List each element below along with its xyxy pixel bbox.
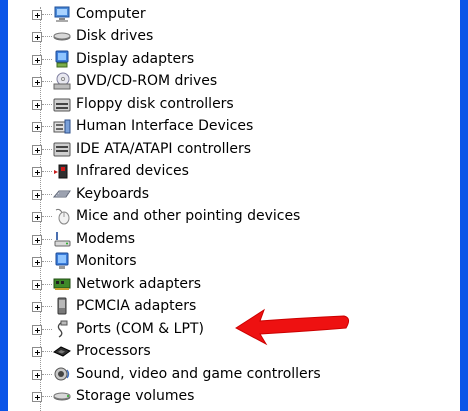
window-frame-right [460, 0, 468, 411]
tree-item-sound-video-game-controllers[interactable]: Sound, video and game controllers [32, 363, 452, 385]
device-tree: Computer Disk drives Display adapters DV… [0, 0, 460, 411]
disk-drive-icon [53, 27, 71, 45]
tree-item-label: Sound, video and game controllers [76, 366, 321, 382]
expand-toggle[interactable] [32, 55, 42, 65]
keyboard-icon [52, 185, 71, 203]
expand-toggle[interactable] [32, 347, 42, 357]
tree-item-label: Keyboards [76, 186, 150, 202]
computer-icon [53, 5, 71, 23]
tree-item-infrared-devices[interactable]: Infrared devices [32, 160, 452, 182]
tree-item-ide-ata-atapi-controllers[interactable]: IDE ATA/ATAPI controllers [32, 138, 452, 160]
port-icon [53, 320, 71, 338]
tree-item-label: Network adapters [76, 276, 201, 292]
tree-item-label: Processors [76, 343, 151, 359]
infrared-icon [53, 162, 71, 180]
tree-item-label: Storage volumes [76, 388, 195, 404]
tree-item-monitors[interactable]: Monitors [32, 250, 452, 272]
expand-toggle[interactable] [32, 370, 42, 380]
tree-item-label: Disk drives [76, 28, 154, 44]
annotation-arrow [235, 308, 350, 346]
processor-icon [52, 342, 72, 360]
expand-toggle[interactable] [32, 280, 42, 290]
expand-toggle[interactable] [32, 100, 42, 110]
tree-item-label: Infrared devices [76, 163, 189, 179]
tree-item-modems[interactable]: Modems [32, 228, 452, 250]
tree-item-label: Ports (COM & LPT) [76, 321, 204, 337]
expand-toggle[interactable] [32, 190, 42, 200]
display-adapter-icon [53, 50, 71, 68]
monitor-icon [53, 252, 71, 270]
mouse-icon [53, 207, 71, 225]
network-adapter-icon [53, 275, 71, 293]
tree-item-label: Modems [76, 231, 136, 247]
expand-toggle[interactable] [32, 302, 42, 312]
tree-item-dvd-cd-rom-drives[interactable]: DVD/CD-ROM drives [32, 70, 452, 92]
ide-controller-icon [53, 140, 71, 158]
tree-item-disk-drives[interactable]: Disk drives [32, 25, 452, 47]
tree-item-computer[interactable]: Computer [32, 3, 452, 25]
tree-item-display-adapters[interactable]: Display adapters [32, 48, 452, 70]
tree-item-label: Mice and other pointing devices [76, 208, 301, 224]
storage-volume-icon [53, 387, 71, 405]
dvd-drive-icon [53, 72, 71, 90]
tree-item-network-adapters[interactable]: Network adapters [32, 273, 452, 295]
tree-item-label: Monitors [76, 253, 137, 269]
tree-item-label: DVD/CD-ROM drives [76, 73, 218, 89]
expand-toggle[interactable] [32, 32, 42, 42]
hid-icon [53, 117, 71, 135]
sound-icon [53, 365, 71, 383]
expand-toggle[interactable] [32, 325, 42, 335]
modem-icon [53, 230, 71, 248]
tree-item-storage-volumes[interactable]: Storage volumes [32, 385, 452, 407]
tree-item-label: Display adapters [76, 51, 195, 67]
tree-item-label: PCMCIA adapters [76, 298, 197, 314]
expand-toggle[interactable] [32, 10, 42, 20]
expand-toggle[interactable] [32, 167, 42, 177]
tree-item-label: Human Interface Devices [76, 118, 254, 134]
tree-item-human-interface-devices[interactable]: Human Interface Devices [32, 115, 452, 137]
expand-toggle[interactable] [32, 77, 42, 87]
expand-toggle[interactable] [32, 392, 42, 402]
tree-item-keyboards[interactable]: Keyboards [32, 183, 452, 205]
tree-item-label: Floppy disk controllers [76, 96, 234, 112]
expand-toggle[interactable] [32, 235, 42, 245]
tree-item-label: Computer [76, 6, 146, 22]
tree-item-floppy-disk-controllers[interactable]: Floppy disk controllers [32, 93, 452, 115]
expand-toggle[interactable] [32, 145, 42, 155]
expand-toggle[interactable] [32, 212, 42, 222]
expand-toggle[interactable] [32, 122, 42, 132]
expand-toggle[interactable] [32, 257, 42, 267]
tree-item-label: IDE ATA/ATAPI controllers [76, 141, 252, 157]
floppy-controller-icon [53, 95, 71, 113]
tree-item-mice-and-other-pointing-devices[interactable]: Mice and other pointing devices [32, 205, 452, 227]
pcmcia-icon [53, 297, 71, 315]
